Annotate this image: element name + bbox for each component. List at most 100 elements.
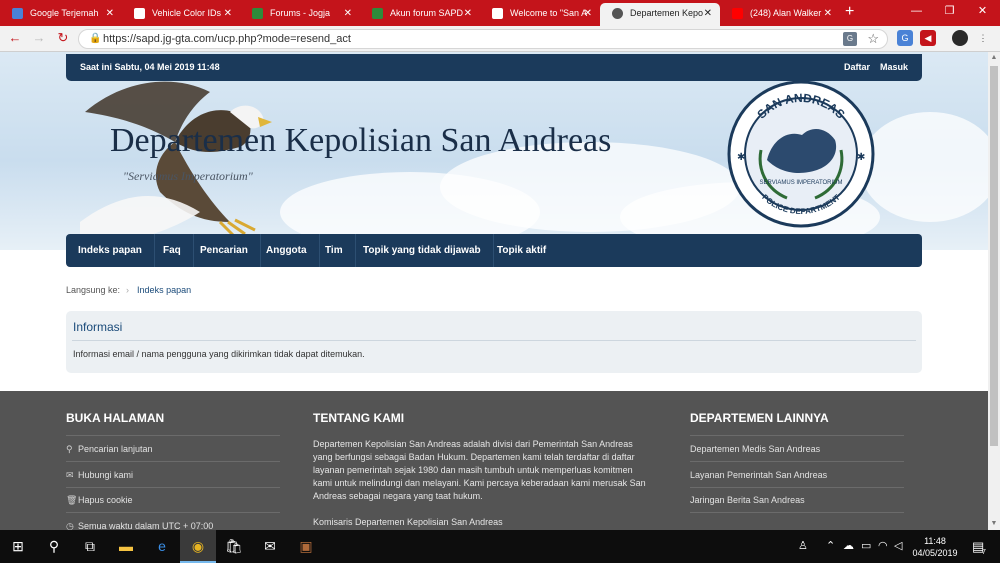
browser-tab-active[interactable]: Departemen Kepo ✕: [600, 3, 720, 26]
nav-item-search[interactable]: Pencarian: [188, 234, 261, 267]
divider: [690, 512, 904, 513]
close-icon[interactable]: ✕: [584, 3, 592, 24]
people-icon[interactable]: ♙: [798, 530, 808, 563]
divider: [66, 512, 280, 513]
divider: [72, 340, 916, 341]
close-icon[interactable]: ✕: [106, 3, 114, 24]
panel-title: Informasi: [73, 320, 123, 334]
menu-dots-icon[interactable]: ⋮: [975, 30, 991, 46]
page-footer: BUKA HALAMAN ⚲ Pencarian lanjutan ✉ Hubung…: [0, 391, 988, 530]
tab-title: Google Terjemah: [30, 8, 99, 18]
wifi-icon[interactable]: ◠: [878, 530, 888, 563]
browser-tab[interactable]: Google Terjemah ✕: [0, 3, 122, 26]
footer-link-government[interactable]: Layanan Pemerintah San Andreas: [690, 470, 827, 480]
cloud-decoration: [860, 112, 988, 222]
breadcrumb-board-index[interactable]: Indeks papan: [137, 285, 191, 295]
register-link[interactable]: Daftar: [844, 62, 870, 72]
search-icon: ⚲: [66, 444, 73, 454]
forum-icon: [252, 8, 263, 19]
windows-start-icon[interactable]: ⊞: [0, 530, 36, 563]
bookmark-star-icon[interactable]: ☆: [867, 31, 879, 47]
taskbar-clock[interactable]: 11:48 04/05/2019: [905, 535, 965, 559]
google-translate-icon: [12, 8, 23, 19]
footer-timezone: ◷ Semua waktu dalam UTC + 07:00: [66, 521, 213, 530]
youtube-icon: [732, 8, 743, 19]
badge-mid-text: SERVIAMUS IMPERATORIUM: [759, 180, 842, 186]
store-icon[interactable]: 🛍: [216, 530, 252, 563]
extension-translate-icon[interactable]: G: [897, 30, 913, 46]
star-icon: ✱: [857, 152, 865, 163]
footer-link-contact[interactable]: ✉ Hubungi kami: [66, 470, 133, 481]
nav-item-active-topics[interactable]: Topik aktif: [485, 234, 558, 267]
new-tab-button[interactable]: +: [845, 3, 854, 21]
extension-audio-icon[interactable]: ◀: [920, 30, 936, 46]
footer-link-advanced-search[interactable]: ⚲ Pencarian lanjutan: [66, 444, 153, 455]
page-scrollbar[interactable]: ▲ ▼: [988, 52, 1000, 530]
reload-icon[interactable]: ↻: [54, 29, 72, 47]
footer-link-news[interactable]: Jaringan Berita San Andreas: [690, 495, 805, 505]
edge-icon[interactable]: e: [144, 530, 180, 563]
battery-icon[interactable]: ▭: [861, 530, 871, 563]
footer-link-label: Pencarian lanjutan: [78, 444, 153, 454]
sapd-badge-logo[interactable]: SAN ANDREAS POLICE DEPARTMENT SERVIAMUS …: [727, 80, 875, 228]
nav-item-board-index[interactable]: Indeks papan: [66, 234, 155, 267]
profile-avatar[interactable]: [952, 30, 968, 46]
task-view-icon[interactable]: ⧉: [72, 530, 108, 563]
site-motto: "Serviamus Imperatorium": [123, 169, 253, 183]
info-panel: Informasi Informasi email / nama penggun…: [66, 311, 922, 373]
scroll-down-icon[interactable]: ▼: [988, 518, 1000, 530]
divider: [66, 487, 280, 488]
login-link[interactable]: Masuk: [880, 62, 908, 72]
nav-item-unanswered[interactable]: Topik yang tidak dijawab: [351, 234, 494, 267]
site-title[interactable]: Departemen Kepolisian San Andreas: [110, 122, 611, 160]
file-explorer-icon[interactable]: ▬: [108, 530, 144, 563]
chrome-icon[interactable]: ◉: [180, 530, 216, 563]
onedrive-icon[interactable]: ☁: [843, 530, 854, 563]
breadcrumb-label: Langsung ke:: [66, 285, 121, 295]
game-app-icon[interactable]: ▣: [288, 530, 324, 563]
close-icon[interactable]: ✕: [824, 3, 832, 24]
footer-timezone-label: Semua waktu dalam UTC + 07:00: [78, 521, 214, 530]
volume-icon[interactable]: ◁: [894, 530, 902, 563]
footer-link-label: Hubungi kami: [78, 470, 134, 480]
close-icon[interactable]: ✕: [224, 3, 232, 24]
browser-tab[interactable]: Vehicle Color IDs ✕: [122, 3, 240, 26]
tab-title: Forums - Jogja: [270, 8, 331, 18]
back-icon[interactable]: ←: [6, 29, 24, 47]
browser-tab[interactable]: Akun forum SAPD ✕: [360, 3, 480, 26]
translate-icon[interactable]: G: [843, 32, 857, 46]
scroll-thumb[interactable]: [990, 66, 998, 446]
close-icon[interactable]: ✕: [704, 3, 712, 24]
browser-tab[interactable]: Welcome to "San A ✕: [480, 3, 600, 26]
browser-tab[interactable]: Forums - Jogja ✕: [240, 3, 360, 26]
footer-heading-quick-links: BUKA HALAMAN: [66, 411, 165, 425]
search-icon[interactable]: ⚲: [36, 530, 72, 563]
scroll-up-icon[interactable]: ▲: [988, 52, 1000, 64]
lock-icon: 🔒: [89, 33, 102, 44]
nav-item-members[interactable]: Anggota: [254, 234, 320, 267]
close-icon[interactable]: ✕: [464, 3, 472, 24]
footer-heading-other-departments: DEPARTEMEN LAINNYA: [690, 411, 829, 425]
notification-center-icon[interactable]: ▤ 7: [972, 530, 986, 563]
clock-time: 11:48: [924, 536, 946, 546]
maximize-icon[interactable]: ❐: [933, 0, 966, 22]
url-text[interactable]: https://sapd.jg-gta.com/ucp.php?mode=res…: [103, 30, 351, 49]
clock-date: 04/05/2019: [912, 548, 958, 558]
main-navbar: Indeks papan Faq Pencarian Anggota Tim T…: [66, 234, 922, 267]
divider: [690, 461, 904, 462]
chevron-up-icon[interactable]: ⌃: [826, 530, 835, 563]
close-icon[interactable]: ✕: [344, 3, 352, 24]
address-bar[interactable]: 🔒 https://sapd.jg-gta.com/ucp.php?mode=r…: [78, 29, 888, 49]
nav-item-team[interactable]: Tim: [313, 234, 356, 267]
mail-icon[interactable]: ✉: [252, 530, 288, 563]
forward-icon[interactable]: →: [30, 29, 48, 47]
eagle-image: [80, 81, 272, 247]
chevron-right-icon: ›: [126, 285, 130, 295]
footer-link-delete-cookies[interactable]: 🗑Hapus cookie: [66, 495, 133, 506]
browser-tab[interactable]: (248) Alan Walker ✕: [720, 3, 840, 26]
footer-heading-about: TENTANG KAMI: [313, 411, 405, 425]
browser-toolbar: ← → ↻ 🔒 https://sapd.jg-gta.com/ucp.php?…: [0, 26, 1000, 52]
window-close-icon[interactable]: ✕: [966, 0, 999, 22]
footer-link-medical[interactable]: Departemen Medis San Andreas: [690, 444, 820, 454]
minimize-icon[interactable]: —: [900, 0, 933, 22]
